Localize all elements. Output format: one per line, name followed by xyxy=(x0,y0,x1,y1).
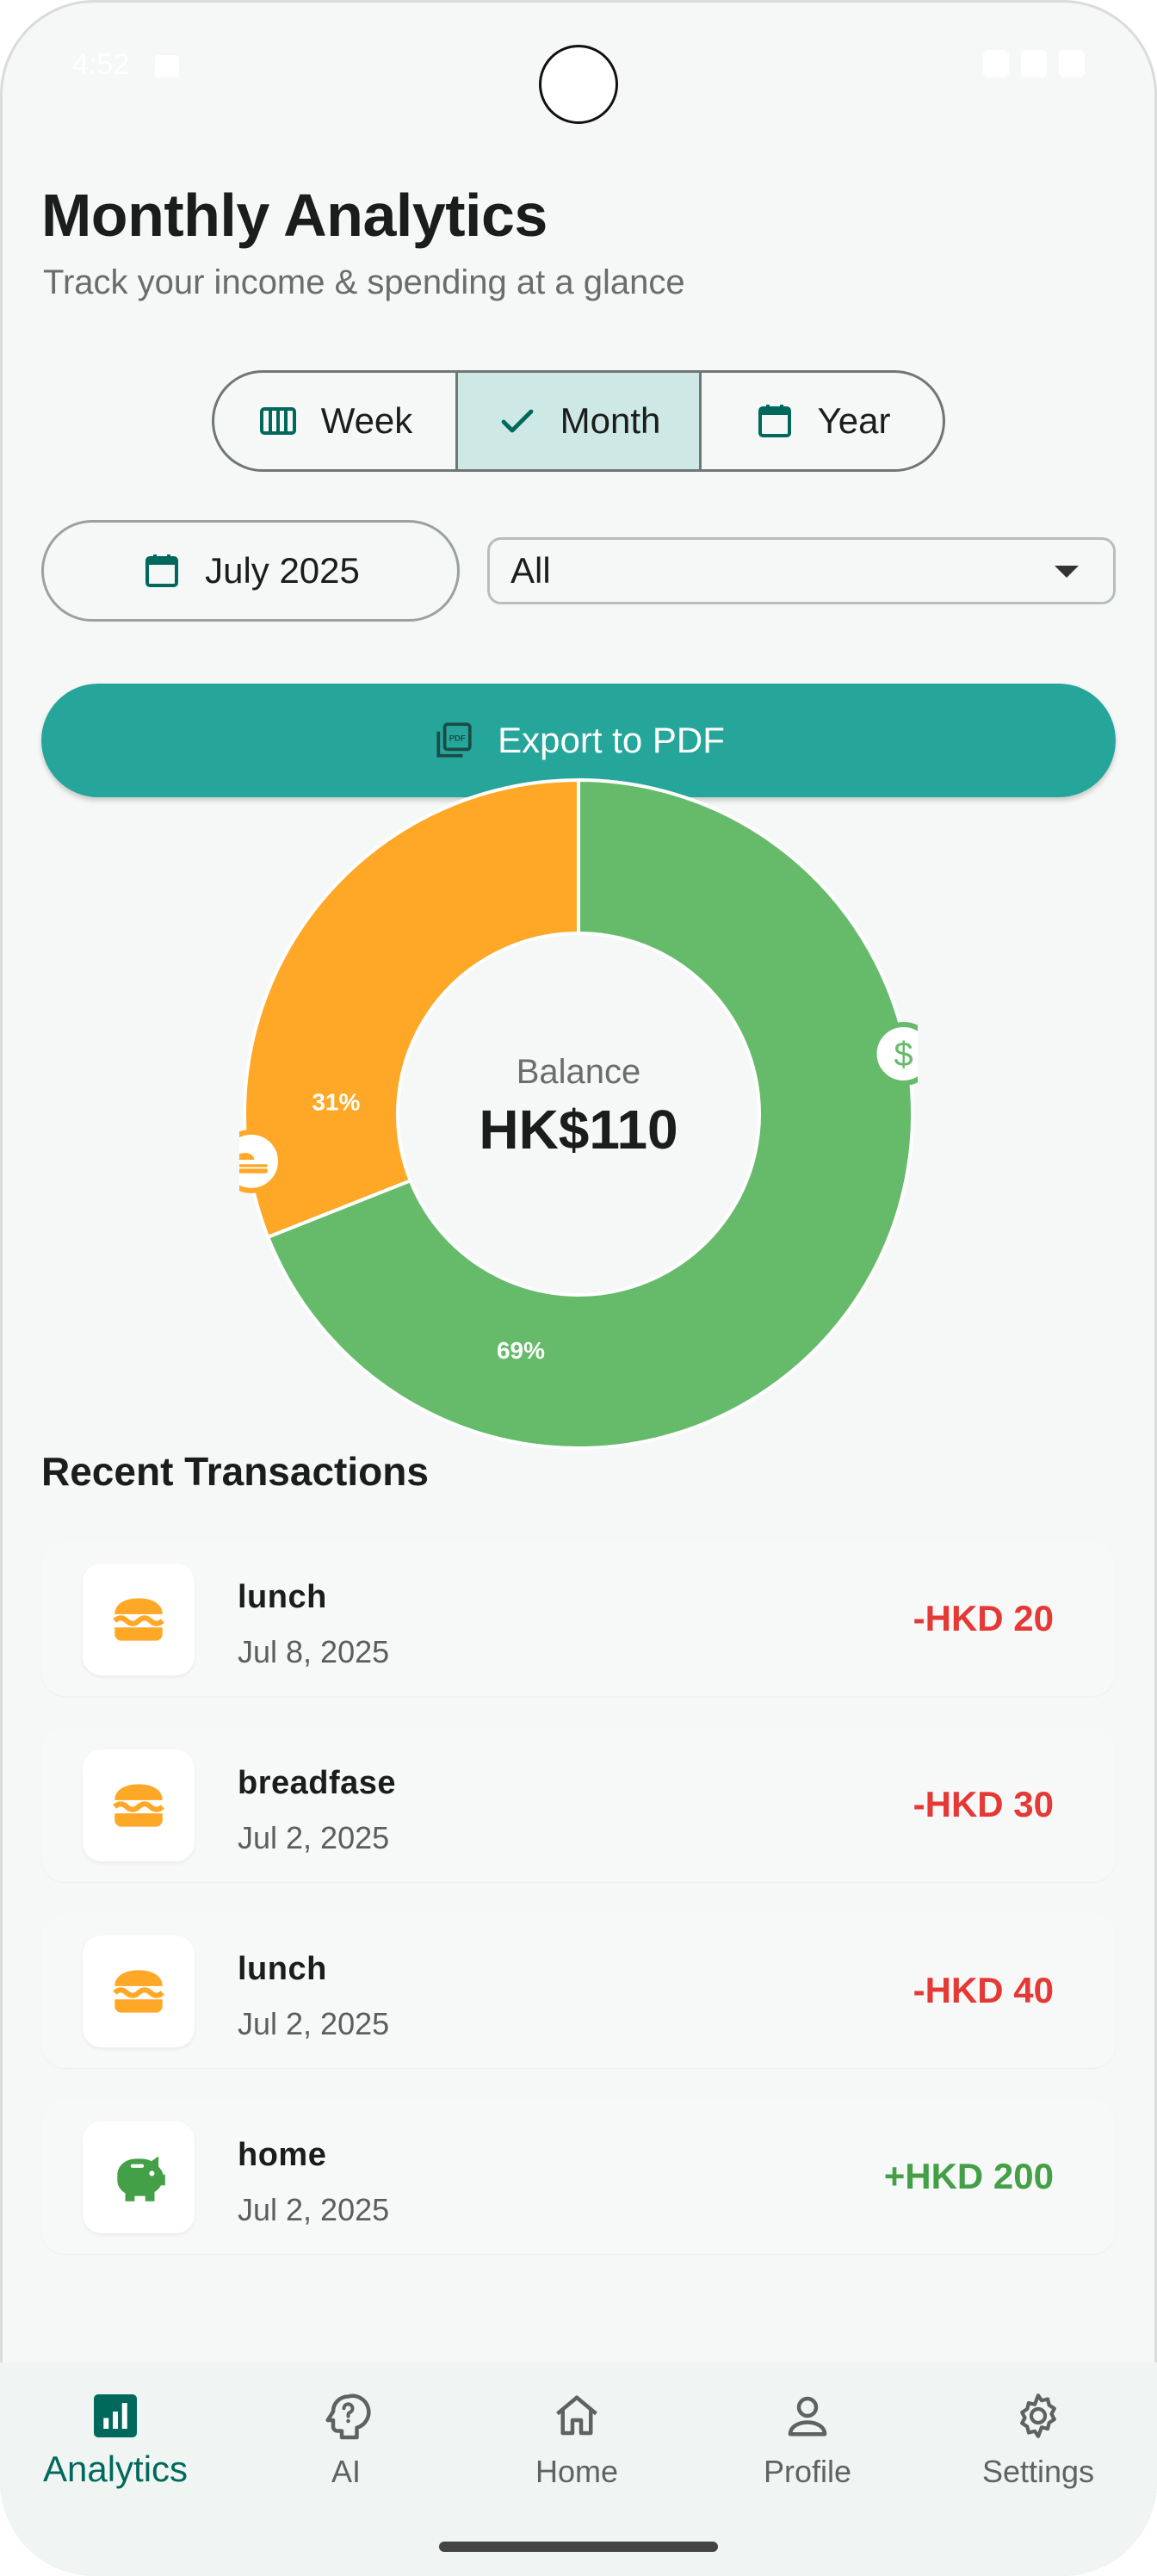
month-button[interactable]: Month xyxy=(458,373,702,469)
month-picker-button[interactable]: July 2025 xyxy=(41,520,460,622)
donut-slice-food xyxy=(243,777,580,1240)
svg-text:$: $ xyxy=(894,1036,913,1074)
category-value: All xyxy=(510,550,551,591)
wifi-icon xyxy=(983,50,1009,77)
nav-home-label: Home xyxy=(535,2454,619,2489)
page-subtitle: Track your income & spending at a glance xyxy=(43,263,685,301)
donut-percent-label: 69% xyxy=(497,1337,545,1364)
category-dropdown[interactable]: All xyxy=(487,537,1116,604)
ai-icon xyxy=(325,2393,371,2440)
period-toggle: Week Month Year xyxy=(212,370,945,472)
notification-icon xyxy=(155,55,179,77)
chart-center-value: HK$110 xyxy=(479,1099,677,1161)
calendar-icon xyxy=(145,554,179,587)
transaction-row[interactable]: lunch Jul 8, 2025 -HKD 20 xyxy=(41,1541,1116,1696)
piggy-bank-icon xyxy=(117,2156,165,2201)
transaction-amount: -HKD 40 xyxy=(913,1970,1054,2010)
home-indicator xyxy=(439,2542,718,2552)
transaction-date: Jul 2, 2025 xyxy=(238,2192,390,2227)
dollar-icon: $ xyxy=(871,1021,918,1086)
month-label: Month xyxy=(560,400,661,441)
nav-home[interactable]: Home xyxy=(461,2362,692,2535)
transaction-row[interactable]: breadfase Jul 2, 2025 -HKD 30 xyxy=(41,1727,1116,1882)
transaction-row[interactable]: lunch Jul 2, 2025 -HKD 40 xyxy=(41,1913,1116,2068)
recent-transactions-title: Recent Transactions xyxy=(41,1449,429,1494)
settings-icon xyxy=(1020,2393,1056,2438)
week-button[interactable]: Week xyxy=(214,373,458,469)
burger-icon xyxy=(113,1784,164,1827)
donut-percent-label: 31% xyxy=(312,1088,360,1115)
burger-icon xyxy=(113,1970,164,2013)
transaction-icon-box xyxy=(83,2121,195,2233)
page-title: Monthly Analytics xyxy=(41,182,548,249)
transaction-date: Jul 2, 2025 xyxy=(238,2006,390,2041)
chart-center-label: Balance xyxy=(517,1053,641,1091)
nav-ai[interactable]: AI xyxy=(231,2362,461,2535)
camera-cutout xyxy=(539,45,618,124)
burger-icon xyxy=(113,1598,164,1641)
transaction-name: lunch xyxy=(238,1951,327,1987)
transaction-amount: -HKD 20 xyxy=(913,1598,1054,1638)
phone-screen: 4:52 Monthly Analytics Track your income… xyxy=(0,0,1157,2576)
nav-ai-label: AI xyxy=(331,2454,361,2489)
dropdown-arrow-icon xyxy=(1055,566,1079,578)
transaction-icon-box xyxy=(83,1749,195,1861)
month-picker-label: July 2025 xyxy=(205,550,360,591)
calendar-view-week-icon xyxy=(259,407,296,435)
nav-profile[interactable]: Profile xyxy=(692,2362,923,2535)
transaction-name: home xyxy=(238,2137,327,2173)
transaction-amount: +HKD 200 xyxy=(883,2156,1054,2196)
transaction-icon-box xyxy=(83,1935,195,2047)
export-label: Export to PDF xyxy=(498,720,725,760)
transaction-amount: -HKD 30 xyxy=(913,1784,1054,1824)
transaction-date: Jul 2, 2025 xyxy=(238,1820,390,1855)
transaction-name: breadfase xyxy=(238,1765,397,1801)
year-label: Year xyxy=(817,400,891,441)
transaction-row[interactable]: home Jul 2, 2025 +HKD 200 xyxy=(41,2099,1116,2254)
nav-analytics-label: Analytics xyxy=(42,2449,189,2489)
home-icon xyxy=(556,2395,597,2436)
check-icon xyxy=(501,409,534,433)
transaction-icon-box xyxy=(83,1564,195,1675)
status-time: 4:52 xyxy=(72,48,130,81)
profile-icon xyxy=(788,2396,827,2437)
balance-donut-chart: 69% 31% $ Balance HK$110 xyxy=(239,777,918,1450)
analytics-icon xyxy=(94,2394,137,2437)
pdf-icon: PDF xyxy=(436,722,472,758)
nav-settings[interactable]: Settings xyxy=(923,2362,1154,2535)
battery-icon xyxy=(1059,50,1085,77)
week-label: Week xyxy=(320,400,413,441)
burger-icon xyxy=(239,1129,283,1193)
status-icons xyxy=(983,50,1085,77)
transaction-name: lunch xyxy=(238,1579,327,1615)
nav-profile-label: Profile xyxy=(763,2454,852,2489)
transaction-date: Jul 8, 2025 xyxy=(238,1634,390,1669)
nav-settings-label: Settings xyxy=(981,2454,1095,2489)
nav-analytics[interactable]: Analytics xyxy=(0,2362,231,2535)
calendar-icon xyxy=(758,405,791,437)
signal-icon xyxy=(1021,50,1047,77)
year-button[interactable]: Year xyxy=(702,373,943,469)
svg-text:PDF: PDF xyxy=(449,734,466,743)
